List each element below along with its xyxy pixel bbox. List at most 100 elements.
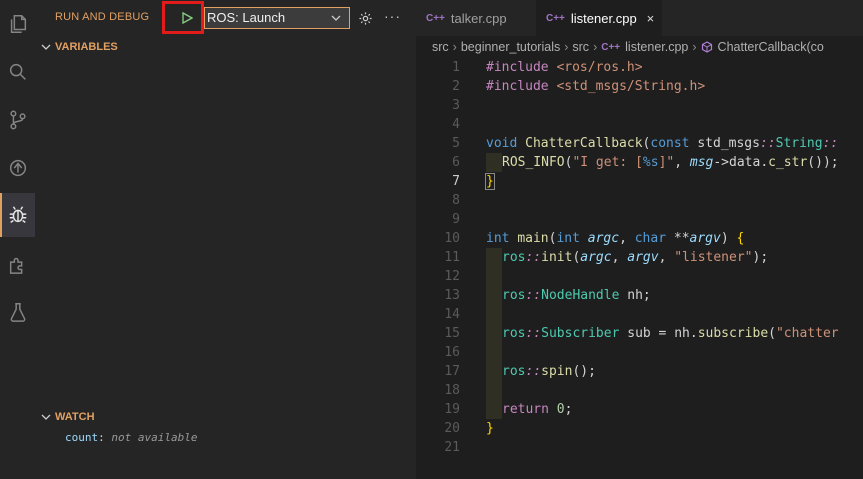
search-icon[interactable] bbox=[0, 50, 35, 94]
testing-icon[interactable] bbox=[0, 290, 35, 334]
chevron-right-icon: › bbox=[692, 40, 697, 54]
code-text: void ChatterCallback(const std_msgs::Str… bbox=[486, 134, 838, 153]
code-token: ChatterCallback bbox=[525, 136, 643, 151]
line-number: 2 bbox=[452, 79, 460, 94]
line-number: 16 bbox=[444, 345, 460, 360]
code-token: } bbox=[486, 421, 494, 436]
breadcrumb-item[interactable]: beginner_tutorials bbox=[461, 40, 560, 54]
watch-title: WATCH bbox=[55, 411, 95, 423]
launch-config-select[interactable]: ROS: Launch bbox=[204, 7, 350, 29]
gear-icon[interactable] bbox=[358, 11, 373, 26]
code-text: ros::Subscriber sub = nh.subscribe("chat… bbox=[502, 324, 839, 343]
explorer-icon[interactable] bbox=[0, 2, 35, 46]
watch-section-header[interactable]: WATCH bbox=[40, 411, 95, 423]
code-line[interactable]: 13 ros::NodeHandle nh; bbox=[416, 286, 863, 305]
code-line[interactable]: 8 bbox=[416, 191, 863, 210]
code-line[interactable]: 12 bbox=[416, 267, 863, 286]
indent-guide bbox=[486, 153, 502, 172]
code-token: (); bbox=[572, 364, 596, 379]
line-number: 10 bbox=[444, 231, 460, 246]
breadcrumb-item[interactable]: src bbox=[572, 40, 589, 54]
code-line[interactable]: 14 bbox=[416, 305, 863, 324]
code-token: spin bbox=[541, 364, 573, 379]
code-line[interactable]: 15 ros::Subscriber sub = nh.subscribe("ch… bbox=[416, 324, 863, 343]
code-token: ); bbox=[752, 250, 769, 265]
source-control-icon[interactable] bbox=[0, 98, 35, 142]
code-token: "listener" bbox=[674, 250, 753, 265]
tab-talker[interactable]: C++ talker.cpp bbox=[426, 0, 507, 36]
debug-icon[interactable] bbox=[0, 193, 35, 237]
line-number: 8 bbox=[452, 193, 460, 208]
run-icon[interactable] bbox=[0, 146, 35, 190]
code-token: ; bbox=[564, 402, 573, 417]
indent-guide bbox=[486, 286, 502, 305]
code-token: Subscriber bbox=[541, 326, 620, 341]
code-line[interactable]: 7} bbox=[416, 172, 863, 191]
code-token: ( bbox=[768, 326, 776, 341]
code-token: 0 bbox=[556, 402, 565, 417]
code-line[interactable]: 6 ROS_INFO("I get: [%s]", msg->data.c_str… bbox=[416, 153, 863, 172]
cpp-file-icon: C++ bbox=[426, 12, 445, 24]
code-token: data bbox=[729, 155, 761, 170]
variables-title: VARIABLES bbox=[55, 41, 118, 53]
code-token: c_str bbox=[768, 155, 808, 170]
code-line[interactable]: 18 bbox=[416, 381, 863, 400]
code-line[interactable]: 2 #include <std_msgs/String.h> bbox=[416, 77, 863, 96]
code-token: subscribe bbox=[697, 326, 769, 341]
line-number: 7 bbox=[452, 174, 460, 189]
code-token: init bbox=[541, 250, 573, 265]
close-icon[interactable]: × bbox=[647, 11, 655, 26]
chevron-down-icon bbox=[41, 44, 51, 50]
line-number: 13 bbox=[444, 288, 460, 303]
code-token: %s bbox=[642, 155, 659, 170]
line-number: 6 bbox=[452, 155, 460, 170]
line-number: 11 bbox=[444, 250, 460, 265]
code-line[interactable]: 1 #include <ros/ros.h> bbox=[416, 58, 863, 77]
code-line[interactable]: 11 ros::init(argc, argv, "listener"); bbox=[416, 248, 863, 267]
code-line[interactable]: 21 bbox=[416, 438, 863, 457]
code-line[interactable]: 16 bbox=[416, 343, 863, 362]
code-token: ros bbox=[502, 326, 526, 341]
variables-section-header[interactable]: VARIABLES bbox=[40, 41, 118, 53]
breadcrumb-file[interactable]: listener.cpp bbox=[625, 40, 688, 54]
code-token: , bbox=[611, 250, 628, 265]
code-token: , bbox=[658, 250, 675, 265]
line-number: 21 bbox=[444, 440, 460, 455]
code-line[interactable]: 9 bbox=[416, 210, 863, 229]
editor-area: C++ talker.cpp C++ listener.cpp × src › … bbox=[416, 0, 863, 479]
watch-expression[interactable]: count: not available bbox=[65, 431, 197, 444]
code-text: #include <ros/ros.h> bbox=[486, 58, 643, 77]
code-token: String bbox=[775, 136, 823, 151]
code-line[interactable]: 3 bbox=[416, 96, 863, 115]
tab-listener[interactable]: C++ listener.cpp × bbox=[536, 0, 663, 36]
more-actions-button[interactable]: ··· bbox=[384, 8, 401, 24]
code-line[interactable]: 19 return 0; bbox=[416, 400, 863, 419]
code-line[interactable]: 17 ros::spin(); bbox=[416, 362, 863, 381]
indent-guide bbox=[486, 400, 502, 419]
breadcrumb-item[interactable]: src bbox=[432, 40, 449, 54]
code-text: } bbox=[486, 419, 494, 438]
code-token: -> bbox=[713, 155, 730, 170]
code-token: argv bbox=[627, 250, 659, 265]
code-line[interactable]: 5 void ChatterCallback(const std_msgs::St… bbox=[416, 134, 863, 153]
code-token: #include bbox=[486, 60, 557, 75]
cpp-file-icon: C++ bbox=[546, 12, 565, 24]
indent-guide bbox=[486, 324, 502, 343]
code-token: ros bbox=[502, 288, 526, 303]
code-line[interactable]: 10 int main(int argc, char **argv) { bbox=[416, 229, 863, 248]
code-text: ros::init(argc, argv, "listener"); bbox=[502, 248, 768, 267]
code-line[interactable]: 4 bbox=[416, 115, 863, 134]
code-token: msg bbox=[689, 155, 714, 170]
breadcrumb-symbol[interactable]: ChatterCallback(co bbox=[718, 40, 824, 54]
code-token: std_msgs bbox=[697, 136, 760, 151]
extensions-icon[interactable] bbox=[0, 242, 35, 286]
line-number: 1 bbox=[452, 60, 460, 75]
line-number: 17 bbox=[444, 364, 460, 379]
code-token: #include bbox=[486, 79, 557, 94]
code-text: ros::NodeHandle nh; bbox=[502, 286, 651, 305]
code-token: return bbox=[502, 402, 557, 417]
symbol-method-icon bbox=[701, 41, 712, 53]
launch-config-label: ROS: Launch bbox=[207, 10, 286, 25]
line-number: 14 bbox=[444, 307, 460, 322]
code-line[interactable]: 20} bbox=[416, 419, 863, 438]
